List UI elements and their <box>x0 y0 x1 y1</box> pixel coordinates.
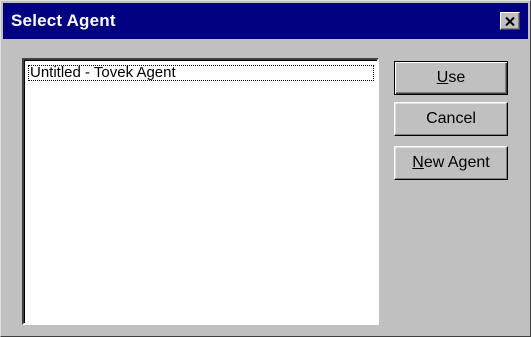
use-button-mnemonic: U <box>436 69 449 86</box>
new-agent-button-label: ew Agent <box>423 154 490 171</box>
use-button[interactable]: Use <box>394 61 508 95</box>
agent-list[interactable]: Untitled - Tovek Agent <box>22 58 379 325</box>
new-agent-button-mnemonic: N <box>412 154 424 171</box>
cancel-button-label: Cancel <box>426 110 476 127</box>
new-agent-button[interactable]: New Agent <box>394 146 508 180</box>
cancel-button[interactable]: Cancel <box>394 102 508 136</box>
title-bar: Select Agent <box>3 3 528 39</box>
list-item-label: Untitled - Tovek Agent <box>30 64 176 81</box>
list-item[interactable]: Untitled - Tovek Agent <box>28 65 374 81</box>
select-agent-dialog: Select Agent Untitled - Tovek Agent Use … <box>0 0 531 337</box>
dialog-title: Select Agent <box>11 11 116 30</box>
close-button[interactable] <box>500 12 520 30</box>
use-button-label: se <box>448 69 466 86</box>
close-icon <box>505 16 515 26</box>
